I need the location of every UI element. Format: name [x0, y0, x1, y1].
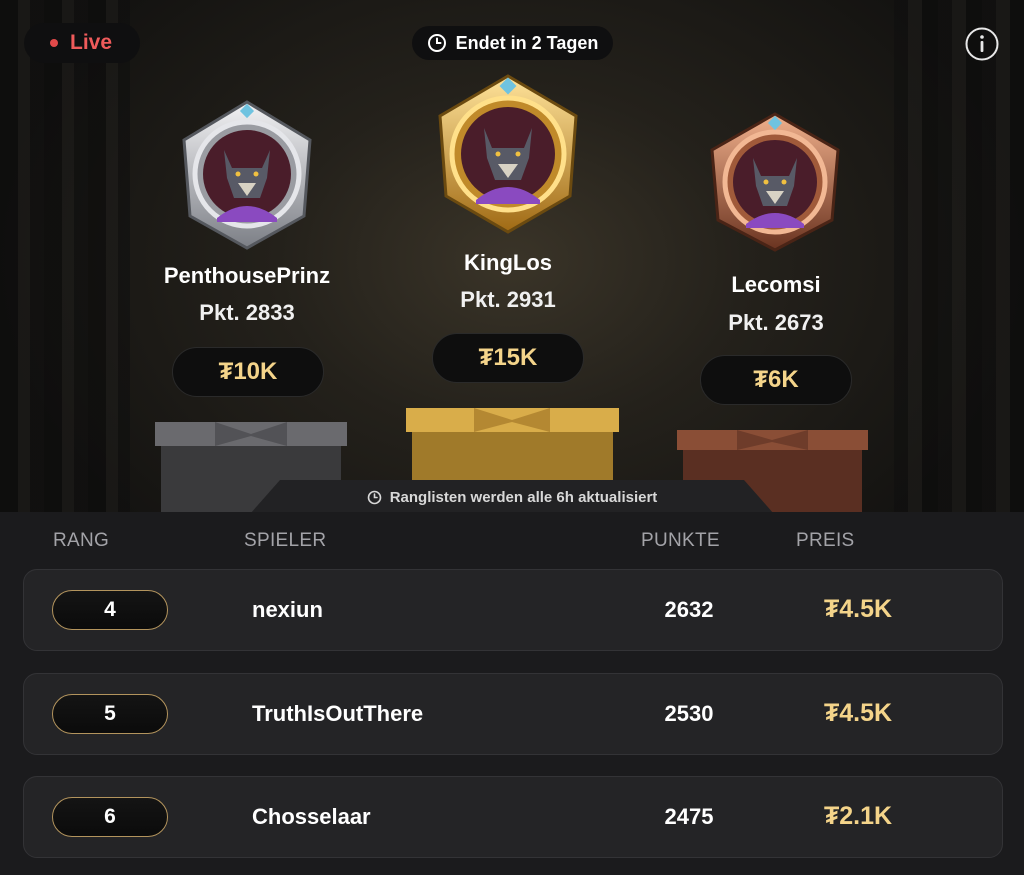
rank-badge: 5 [52, 694, 168, 734]
column-header-points: PUNKTE [641, 530, 720, 551]
player-name: TruthIsOutThere [252, 701, 424, 726]
table-row[interactable]: 4 nexiun 2632 ₮4.5K [23, 569, 1003, 651]
podium-prize: ₮15K [432, 333, 584, 383]
update-notice: Ranglisten werden alle 6h aktualisiert [250, 480, 774, 512]
column-header-rank: RANG [53, 530, 110, 551]
curtain-left [0, 0, 130, 512]
column-header-player: SPIELER [244, 530, 327, 551]
table-row[interactable]: 6 Chosselaar 2475 ₮2.1K [23, 776, 1003, 858]
update-notice-text: Ranglisten werden alle 6h aktualisiert [389, 488, 658, 506]
live-dot-icon [50, 39, 58, 47]
player-prize: ₮4.5K [824, 595, 893, 623]
countdown-label: Endet in 2 Tagen [455, 32, 599, 53]
live-badge: Live [24, 23, 140, 63]
rank-badge: 6 [52, 797, 168, 837]
curtain-right [894, 0, 1024, 512]
column-header-prize: PREIS [796, 530, 855, 551]
player-points: 2530 [664, 701, 714, 726]
countdown-badge: Endet in 2 Tagen [412, 26, 613, 60]
live-label: Live [70, 31, 113, 54]
podium-stage: Live Endet in 2 Tagen PenthousePrinz Pkt… [0, 0, 1024, 512]
podium-player-name: PenthousePrinz [163, 263, 331, 288]
table-row[interactable]: 5 TruthIsOutThere 2530 ₮4.5K [23, 673, 1003, 755]
player-name: Chosselaar [252, 804, 371, 829]
podium-player-name: Lecomsi [731, 272, 821, 297]
player-name: nexiun [252, 597, 323, 622]
player-prize: ₮4.5K [824, 699, 893, 727]
wolf-avatar-icon [438, 74, 578, 234]
clock-icon [367, 490, 382, 504]
wolf-avatar-icon [710, 112, 840, 252]
player-points: 2475 [664, 804, 714, 829]
podium-player-points: Pkt. 2833 [199, 300, 295, 325]
wolf-avatar-icon [182, 100, 312, 250]
podium-player-name: KingLos [464, 250, 552, 275]
clock-icon [427, 34, 446, 52]
podium-prize: ₮6K [700, 355, 852, 405]
info-icon[interactable] [965, 27, 999, 61]
rank-badge: 4 [52, 590, 168, 630]
podium-player-points: Pkt. 2931 [460, 287, 556, 312]
podium-player-points: Pkt. 2673 [728, 310, 824, 335]
player-prize: ₮2.1K [824, 802, 893, 830]
player-points: 2632 [664, 597, 714, 622]
podium-prize: ₮10K [172, 347, 324, 397]
